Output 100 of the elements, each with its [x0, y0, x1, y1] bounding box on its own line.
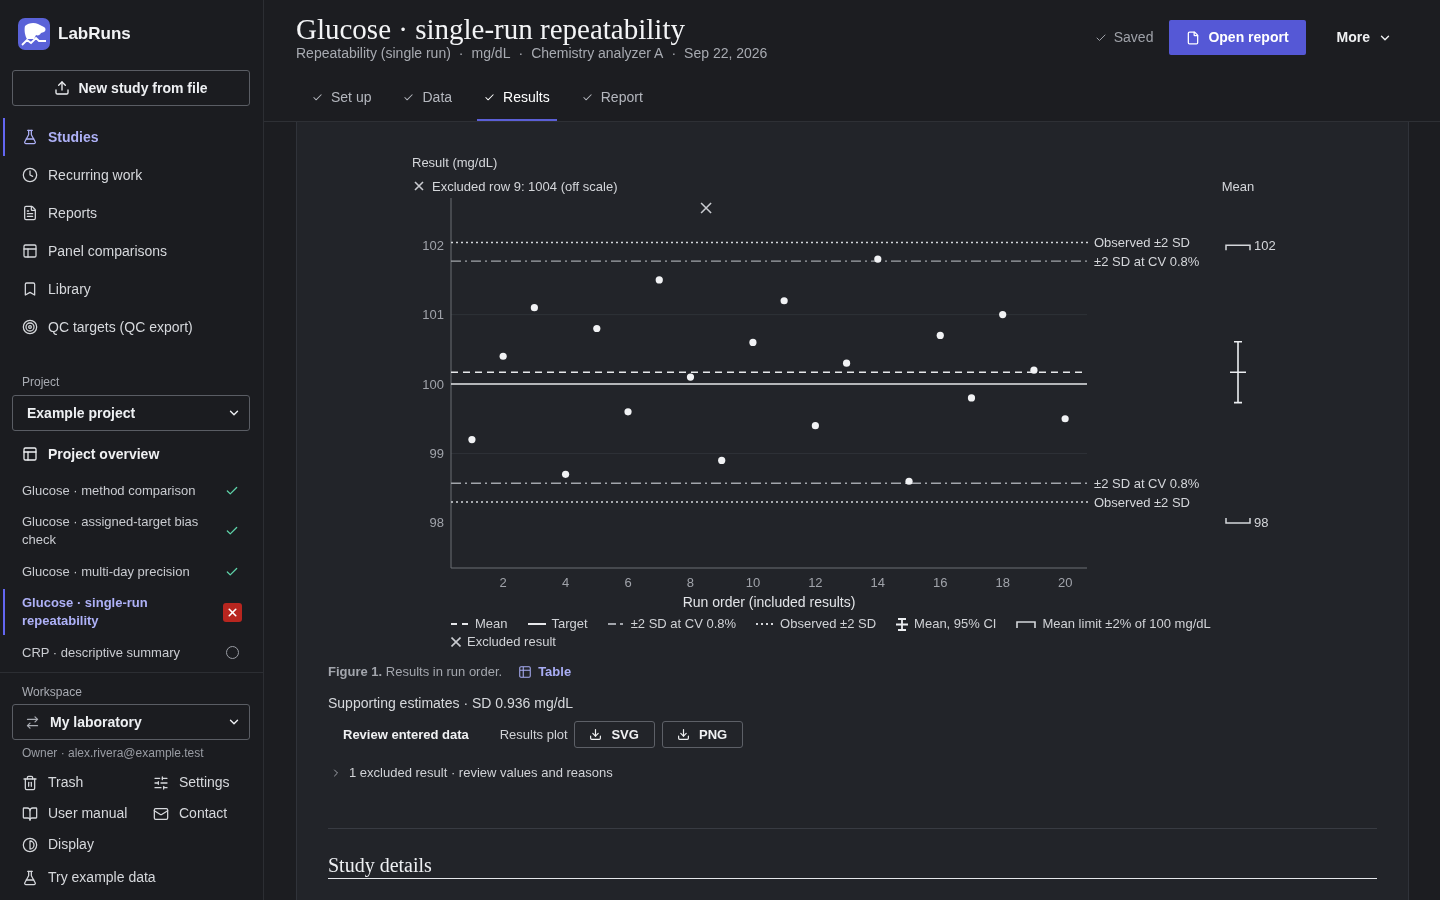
data-point — [624, 408, 632, 416]
sidebar-link[interactable]: Trash — [0, 767, 153, 798]
picture-error-bar — [1229, 341, 1247, 404]
data-point — [780, 297, 788, 305]
bookmark-icon — [22, 281, 38, 297]
nav-item[interactable]: Recurring work — [3, 156, 263, 194]
data-point — [999, 311, 1007, 319]
excluded-disclosure[interactable]: 1 excluded result · review values and reasons — [328, 764, 613, 782]
nav-item[interactable]: Studies — [3, 118, 263, 156]
data-point — [874, 255, 882, 263]
cross-icon — [414, 181, 424, 191]
sidebar-link[interactable]: Settings — [153, 767, 230, 798]
save-status: Saved — [1113, 28, 1154, 47]
workspace-select[interactable]: My laboratory — [12, 704, 250, 740]
study-item[interactable]: Glucose · method comparison — [3, 473, 263, 508]
target-icon — [22, 319, 38, 335]
owner-email: Owner · alex.rivera@example.test — [21, 745, 205, 761]
sidebar-link[interactable]: User manual — [0, 798, 153, 829]
data-point — [562, 470, 570, 478]
y-axis-title: Result (mg/dL) — [412, 154, 498, 170]
contrast-icon — [22, 836, 38, 853]
download-button[interactable]: PNG — [661, 721, 743, 748]
meta-item: Chemistry analyzer A — [531, 45, 664, 62]
study-item[interactable]: CRP · descriptive summary — [3, 635, 263, 670]
export-label: Results plot — [499, 725, 568, 744]
legend-label: Excluded result — [467, 633, 556, 651]
page-title: Glucose · single-run repeatability — [296, 12, 686, 46]
open-report-button[interactable]: Open report — [1169, 20, 1306, 55]
data-point — [499, 352, 507, 360]
tab[interactable]: Report — [574, 79, 650, 121]
y-tick-label: 101 — [422, 307, 444, 323]
limit-bracket — [1225, 244, 1251, 251]
project-select[interactable]: Example project — [12, 395, 250, 431]
data-point — [1061, 415, 1069, 423]
study-item[interactable]: Glucose · assigned-target bias check — [3, 508, 263, 554]
x-tick-label: 10 — [745, 574, 761, 590]
line-label: ±2 SD at CV 0.8% — [1094, 253, 1200, 269]
new-study-button[interactable]: New study from file — [12, 70, 250, 106]
y-tick-label: 100 — [422, 376, 444, 392]
section-label: Project — [21, 374, 61, 390]
data-point — [967, 394, 976, 402]
nav-item[interactable]: Library — [3, 270, 263, 308]
legend-label: Mean, 95% CI — [914, 615, 997, 633]
nav-item[interactable]: Reports — [3, 194, 263, 232]
y-tick-label: 102 — [422, 237, 444, 253]
dotted-line-icon — [756, 623, 775, 625]
section-label: Workspace — [21, 684, 83, 700]
meta-separator: · — [518, 45, 524, 62]
limit-label: 98 — [1254, 515, 1269, 531]
nav-item[interactable]: Panel comparisons — [3, 232, 263, 270]
x-tick-label: 2 — [499, 574, 507, 590]
study-item[interactable]: Glucose · multi-day precision — [3, 554, 263, 589]
x-tick-label: 14 — [870, 574, 886, 590]
flask-icon — [22, 129, 38, 145]
sidebar-link[interactable]: Contact — [153, 798, 228, 829]
nav-item[interactable]: QC targets (QC export) — [3, 308, 263, 346]
cross-icon — [451, 637, 461, 647]
legend-label: Mean limit ±2% of 100 mg/dL — [1042, 615, 1211, 633]
document-icon — [22, 205, 38, 221]
figure-caption: Figure 1. Results in run order. — [328, 663, 503, 681]
swap-icon — [25, 714, 40, 730]
dashed-line-icon — [451, 623, 469, 625]
data-point — [718, 456, 726, 464]
line-label: Observed ±2 SD — [1094, 234, 1190, 250]
sidebar-link[interactable]: Display — [0, 829, 153, 860]
sliders-icon — [153, 774, 169, 791]
data-point — [655, 276, 663, 284]
document-icon — [1186, 30, 1201, 45]
legend-label: ±2 SD at CV 0.8% — [630, 615, 737, 633]
x-tick-label: 4 — [561, 574, 570, 590]
supporting-estimates: Supporting estimates · SD 0.936 mg/dL — [328, 694, 574, 712]
data-point — [905, 477, 913, 485]
legend-label: Observed ±2 SD — [780, 615, 877, 633]
x-tick-label: 8 — [686, 574, 695, 590]
tab[interactable]: Data — [396, 79, 460, 121]
meta-item: mg/dL — [471, 45, 511, 62]
brand-name: LabRuns — [58, 23, 131, 46]
data-point — [749, 338, 757, 346]
dash-dot-line-icon — [607, 623, 625, 625]
x-axis-title: Run order (included results) — [682, 594, 856, 610]
download-icon — [677, 728, 691, 741]
x-tick-label: 16 — [933, 574, 948, 590]
x-tick-label: 6 — [624, 574, 632, 590]
data-point — [593, 324, 601, 333]
more-menu-button[interactable]: More — [1336, 27, 1392, 48]
bracket-icon — [1016, 620, 1037, 628]
limit-bracket — [1225, 517, 1251, 524]
error-bar-icon — [896, 617, 909, 631]
clock-icon — [22, 167, 38, 183]
mail-icon — [153, 805, 169, 822]
table-link[interactable]: Table — [518, 663, 572, 681]
trash-icon — [22, 774, 38, 791]
review-data-button[interactable]: Review entered data — [328, 721, 484, 748]
study-item[interactable]: Glucose · single-run repeatability — [3, 589, 263, 635]
download-button[interactable]: SVG — [573, 721, 655, 748]
sidebar-link[interactable]: Try example data — [0, 862, 156, 893]
project-overview-link[interactable]: Project overview — [0, 435, 263, 473]
app-logo-icon — [18, 18, 50, 50]
tab[interactable]: Set up — [305, 79, 379, 121]
solid-line-icon — [527, 623, 546, 625]
